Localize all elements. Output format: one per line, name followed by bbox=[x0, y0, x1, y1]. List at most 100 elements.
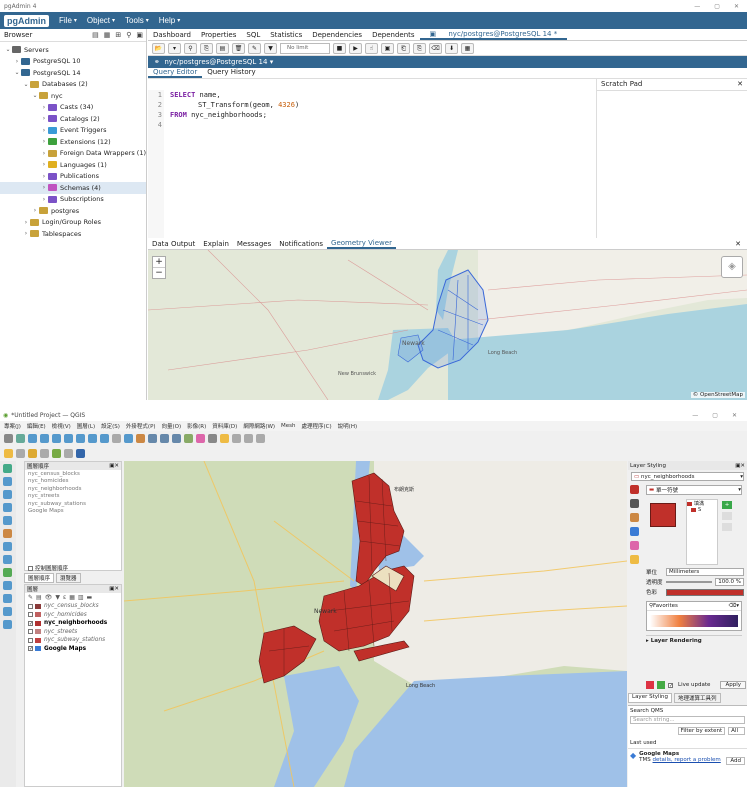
map-tool-icon[interactable] bbox=[52, 434, 61, 443]
minimize-icon[interactable]: — bbox=[694, 3, 700, 10]
layer-item[interactable]: ✓ Google Maps bbox=[28, 645, 121, 654]
filter-icon[interactable]: ▼ bbox=[55, 594, 60, 601]
qgis-menu-item[interactable]: 專案(J) bbox=[4, 422, 21, 430]
explain-analyze-icon[interactable]: ▣ bbox=[381, 42, 394, 54]
layer-visibility-checkbox[interactable]: ✓ bbox=[28, 620, 33, 626]
object-properties-icon[interactable]: ▤ bbox=[92, 31, 99, 39]
tab-layer-styling[interactable]: Layer Styling bbox=[628, 693, 673, 703]
clear-icon[interactable]: ⌫▾ bbox=[728, 603, 741, 609]
unit-select[interactable]: Millimeters bbox=[666, 568, 744, 576]
chevron-right-icon[interactable]: › bbox=[40, 173, 48, 180]
map-tool-icon[interactable] bbox=[208, 434, 217, 443]
chevron-right-icon[interactable]: › bbox=[22, 230, 30, 237]
tree-node[interactable]: › Languages (1) bbox=[0, 159, 146, 171]
remove-icon[interactable] bbox=[722, 512, 732, 520]
add-layer-icon[interactable] bbox=[3, 464, 12, 473]
map-tool-icon[interactable] bbox=[232, 434, 241, 443]
undo-icon[interactable] bbox=[646, 681, 654, 689]
map-tool-icon[interactable] bbox=[112, 434, 121, 443]
qgis-menu-item[interactable]: 處理程序(C) bbox=[302, 422, 332, 430]
commit-icon[interactable]: ⎗ bbox=[397, 42, 410, 54]
chevron-right-icon[interactable]: › bbox=[40, 184, 48, 191]
scratch-pad[interactable]: Scratch Pad ✕ bbox=[596, 78, 747, 238]
style-page-icon[interactable] bbox=[630, 513, 639, 522]
map-tool-icon[interactable] bbox=[244, 434, 253, 443]
redo-icon[interactable] bbox=[657, 681, 665, 689]
find-icon[interactable]: ⚲ bbox=[184, 42, 197, 54]
tab-processing-toolbox[interactable]: 地理運算工具列 bbox=[674, 693, 721, 703]
tree-node[interactable]: › Catalogs (2) bbox=[0, 113, 146, 125]
connection-bar[interactable]: ⚭ nyc/postgres@PostgreSQL 14 ▾ bbox=[148, 56, 747, 68]
qms-add-button[interactable]: Add bbox=[726, 757, 745, 765]
edit-tool-icon[interactable] bbox=[52, 449, 61, 458]
style-page-icon[interactable] bbox=[630, 555, 639, 564]
tab-explain[interactable]: Explain bbox=[199, 240, 233, 248]
paint-icon[interactable]: ✎ bbox=[28, 594, 33, 601]
edit-tool-icon[interactable] bbox=[4, 449, 13, 458]
macros-icon[interactable]: ▦ bbox=[461, 42, 474, 54]
layer-order-item[interactable]: nyc_homicides bbox=[25, 478, 121, 486]
duplicate-icon[interactable] bbox=[722, 523, 732, 531]
style-page-icon[interactable] bbox=[630, 541, 639, 550]
zoom-out-button[interactable]: − bbox=[153, 267, 165, 278]
layer-order-item[interactable]: Google Maps bbox=[25, 508, 121, 516]
geometry-viewer-map[interactable]: Newark Long Beach New Brunswick + − ◈ © … bbox=[148, 250, 747, 400]
tab-sql[interactable]: SQL bbox=[241, 31, 265, 39]
map-tool-icon[interactable] bbox=[28, 434, 37, 443]
add-layer-icon[interactable] bbox=[3, 581, 12, 590]
symbol-fill[interactable]: 填滿 bbox=[694, 500, 704, 507]
map-tool-icon[interactable] bbox=[40, 434, 49, 443]
close-icon[interactable]: ✕ bbox=[737, 80, 743, 88]
layer-item[interactable]: nyc_streets bbox=[28, 628, 121, 637]
qms-search-input[interactable]: Search string... bbox=[630, 716, 745, 724]
chevron-right-icon[interactable]: › bbox=[22, 219, 30, 226]
minimize-icon[interactable]: — bbox=[692, 412, 698, 419]
renderer-select[interactable]: ▬ 單一符號 ▾ bbox=[646, 485, 742, 495]
map-tool-icon[interactable] bbox=[148, 434, 157, 443]
add-layer-icon[interactable] bbox=[3, 477, 12, 486]
tree-node[interactable]: › Publications bbox=[0, 171, 146, 183]
tab-data-output[interactable]: Data Output bbox=[148, 240, 199, 248]
tree-node[interactable]: › Subscriptions bbox=[0, 194, 146, 206]
tree-node[interactable]: › Extensions (12) bbox=[0, 136, 146, 148]
maximize-icon[interactable]: ▢ bbox=[714, 3, 720, 10]
tab-dependencies[interactable]: Dependencies bbox=[307, 31, 367, 39]
open-file-icon[interactable]: 📂 bbox=[152, 42, 165, 54]
add-layer-icon[interactable] bbox=[3, 516, 12, 525]
map-tool-icon[interactable] bbox=[220, 434, 229, 443]
add-layer-icon[interactable] bbox=[3, 607, 12, 616]
layer-select[interactable]: ▭ nyc_neighborhoods ▾ bbox=[631, 472, 744, 481]
map-tool-icon[interactable] bbox=[136, 434, 145, 443]
chevron-right-icon[interactable]: › bbox=[40, 161, 48, 168]
search-icon[interactable]: ⚲ bbox=[126, 31, 131, 39]
close-icon[interactable]: ✕ bbox=[734, 3, 739, 10]
add-icon[interactable]: + bbox=[722, 501, 732, 509]
tab-dependents[interactable]: Dependents bbox=[367, 31, 419, 39]
layer-visibility-checkbox[interactable] bbox=[28, 603, 33, 609]
qms-result-link[interactable]: details, report a problem bbox=[653, 757, 721, 763]
chevron-down-icon[interactable]: ⌄ bbox=[22, 81, 30, 88]
layer-visibility-checkbox[interactable] bbox=[28, 612, 33, 618]
edit-tool-icon[interactable] bbox=[76, 449, 85, 458]
table-icon[interactable]: ▦ bbox=[104, 31, 111, 39]
chevron-down-icon[interactable]: ⌄ bbox=[13, 69, 21, 76]
limit-select[interactable]: No limit bbox=[280, 42, 330, 54]
layer-item[interactable]: ✓ nyc_neighborhoods bbox=[28, 619, 121, 628]
layer-order-item[interactable]: nyc_subway_stations bbox=[25, 500, 121, 508]
clear-icon[interactable]: ⌫ bbox=[429, 42, 442, 54]
tab-geometry-viewer[interactable]: Geometry Viewer bbox=[327, 239, 396, 249]
qgis-menu-item[interactable]: 設定(S) bbox=[101, 422, 120, 430]
chevron-right-icon[interactable]: › bbox=[40, 115, 48, 122]
map-tool-icon[interactable] bbox=[4, 434, 13, 443]
chevron-down-icon[interactable]: ⌄ bbox=[31, 92, 39, 99]
filter-icon[interactable]: ▼ bbox=[264, 42, 277, 54]
view-data-icon[interactable]: ⊞ bbox=[115, 31, 121, 39]
all-select[interactable]: All bbox=[728, 727, 745, 735]
menu-tools[interactable]: Tools bbox=[125, 16, 144, 25]
tab-browser[interactable]: 瀏覽器 bbox=[56, 573, 81, 583]
add-group-icon[interactable]: ▤ bbox=[36, 594, 42, 601]
qgis-menu-item[interactable]: 檢視(V) bbox=[52, 422, 71, 430]
map-tool-icon[interactable] bbox=[88, 434, 97, 443]
layer-order-item[interactable]: nyc_census_blocks bbox=[25, 470, 121, 478]
qgis-menu-item[interactable]: 網際網路(W) bbox=[243, 422, 275, 430]
